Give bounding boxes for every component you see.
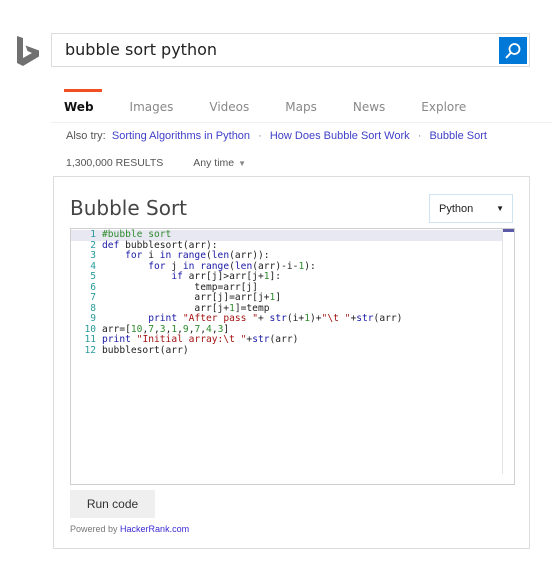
code-line[interactable]: 3 for i in range(len(arr)): [71,250,502,262]
time-filter-label: Any time [193,157,235,169]
dropdown-arrow-icon: ▼ [496,204,504,213]
bing-logo-icon[interactable] [15,36,41,68]
scrollbar-thumb[interactable] [503,229,514,232]
search-icon [505,42,521,59]
tab-images[interactable]: Images [130,89,174,119]
search-box [51,33,530,67]
tab-maps[interactable]: Maps [285,89,317,119]
language-select[interactable]: Python ▼ [429,194,513,223]
also-try-link[interactable]: How Does Bubble Sort Work [270,130,410,142]
line-number: 3 [90,250,96,261]
also-try-link[interactable]: Sorting Algorithms in Python [112,130,250,142]
time-filter-dropdown[interactable]: Any time ▼ [193,157,246,169]
tab-videos[interactable]: Videos [209,89,249,119]
code-editor[interactable]: 1 #bubble sort 2 def bubblesort(arr): 3 for … [70,228,515,485]
code-text: bubblesort(arr) [102,344,189,356]
code-line[interactable]: 7 arr[j]=arr[j+1] [71,292,502,304]
code-text: arr[j]=arr[j+1] [102,292,282,303]
code-text: if arr[j]>arr[j+1]: [171,271,282,282]
line-number: 8 [90,302,96,314]
separator: · [258,130,262,142]
code-line[interactable]: 11 print "Initial array:\t "+str(arr) [71,334,502,346]
powered-by-label: Powered by [70,524,118,534]
also-try-link[interactable]: Bubble Sort [429,130,486,142]
caret-down-icon: ▼ [238,159,247,168]
line-number: 1 [90,229,96,240]
results-count: 1,300,000 RESULTS [66,157,164,169]
powered-by: Powered by HackerRank.com [70,524,189,534]
line-number: 5 [90,271,96,282]
code-line[interactable]: 5 if arr[j]>arr[j+1]: [71,271,502,283]
code-line[interactable]: 12 bubblesort(arr) [71,344,502,357]
line-number: 11 [84,334,96,345]
run-code-button[interactable]: Run code [70,490,155,518]
line-number: 4 [90,260,96,272]
hackerrank-link[interactable]: HackerRank.com [120,524,189,534]
line-number: 6 [90,281,96,293]
search-button[interactable] [499,37,527,64]
separator: · [417,130,422,142]
code-answer-card: Bubble Sort Python ▼ 1 #bubble sort 2 def b… [53,176,530,549]
code-line[interactable]: 1 #bubble sort [71,229,502,241]
language-value: Python [439,202,474,215]
editor-scrollbar[interactable] [502,229,514,474]
code-lines: 1 #bubble sort 2 def bubblesort(arr): 3 for … [71,229,502,357]
line-number: 12 [84,344,96,356]
line-number: 7 [90,292,96,303]
also-try-label: Also try: [66,130,106,142]
tab-news[interactable]: News [353,89,385,119]
tabs-divider [51,122,552,123]
search-input[interactable] [65,34,485,66]
results-row: 1,300,000 RESULTS Any time ▼ [66,157,246,169]
line-number: 9 [90,313,96,324]
card-title: Bubble Sort [70,196,188,220]
line-number: 2 [90,239,96,251]
tab-explore[interactable]: Explore [421,89,466,119]
code-text: print "After pass "+ str(i+1)+"\t "+str(… [148,313,403,324]
code-text: print "Initial array:\t "+str(arr) [102,334,299,345]
search-tabs: Web Images Videos Maps News Explore [64,89,502,119]
tab-web[interactable]: Web [64,89,102,119]
also-try: Also try: Sorting Algorithms in Python ·… [66,130,487,142]
